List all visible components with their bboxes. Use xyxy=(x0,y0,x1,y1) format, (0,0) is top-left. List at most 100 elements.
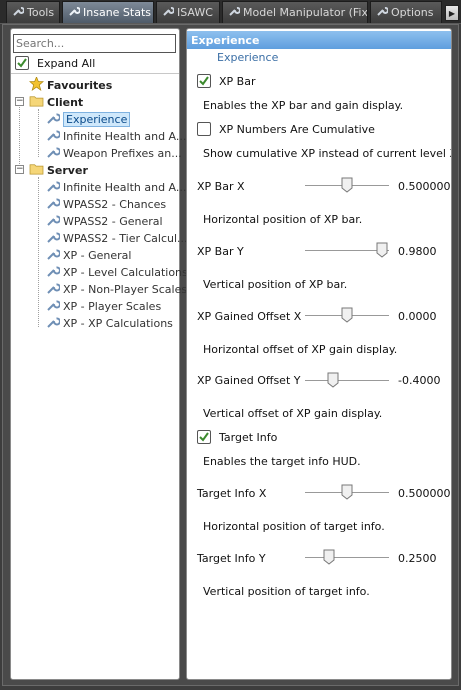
folder-icon xyxy=(29,94,44,110)
expand-all-checkbox[interactable] xyxy=(15,56,29,70)
tree-connector xyxy=(19,100,20,170)
wrench-icon xyxy=(46,179,61,195)
wrench-icon xyxy=(12,5,25,20)
target-y-value[interactable]: 0.2500 xyxy=(398,552,451,565)
expand-all-label: Expand All xyxy=(37,56,96,70)
tree-item-wpass2-tier[interactable]: WPASS2 - Tier Calcul... xyxy=(46,230,188,246)
wrench-icon xyxy=(162,5,175,20)
xp-gained-x-label: XP Gained Offset X xyxy=(197,310,302,323)
star-icon xyxy=(29,77,45,93)
tree-item-label: XP - General xyxy=(63,248,132,262)
tree-item-label: Infinite Health and A... xyxy=(63,129,187,143)
slider-thumb[interactable] xyxy=(327,372,339,388)
tree-item-label: Infinite Health and A... xyxy=(63,180,187,194)
xp-gained-y-slider[interactable] xyxy=(305,372,389,388)
target-info-checkbox[interactable] xyxy=(197,430,211,444)
xp-gained-y-label: XP Gained Offset Y xyxy=(197,374,301,387)
tree-item-label: XP - Player Scales xyxy=(63,299,162,313)
divider xyxy=(11,73,179,74)
xp-gained-x-value[interactable]: 0.0000 xyxy=(398,310,451,323)
triangle-right-icon: ▶ xyxy=(448,8,456,18)
tree-item-label: XP - Level Calculations xyxy=(63,265,188,279)
target-y-description: Vertical position of target info. xyxy=(203,585,370,598)
xp-bar-toggle[interactable]: XP Bar xyxy=(197,74,255,88)
target-info-label: Target Info xyxy=(219,430,278,444)
tree-item-server-infinite-health[interactable]: Infinite Health and A... xyxy=(46,179,186,195)
wrench-icon xyxy=(46,298,61,314)
settings-panel: Experience Experience XP Bar Enables the… xyxy=(186,28,452,680)
xp-gained-y-value[interactable]: -0.4000 xyxy=(398,374,451,387)
xp-gained-x-description: Horizontal offset of XP gain display. xyxy=(203,343,398,356)
target-x-value[interactable]: 0.500000 xyxy=(398,487,451,500)
slider-thumb[interactable] xyxy=(323,549,335,565)
xp-bar-y-description: Vertical position of XP bar. xyxy=(203,278,348,291)
xp-bar-checkbox[interactable] xyxy=(197,74,211,88)
checkmark-icon xyxy=(199,432,209,442)
target-info-description: Enables the target info HUD. xyxy=(203,455,361,468)
tree-item-label: Experience xyxy=(63,111,131,127)
expand-all-toggle[interactable]: Expand All xyxy=(15,56,95,70)
slider-track xyxy=(305,557,389,558)
panel-header: Experience xyxy=(187,31,451,49)
slider-thumb[interactable] xyxy=(341,307,353,323)
tab-label: Options xyxy=(391,6,434,19)
tab-tools[interactable]: Tools xyxy=(6,1,60,23)
collapse-icon[interactable]: − xyxy=(15,97,24,106)
tree-item-xp-level-calculations[interactable]: XP - Level Calculations xyxy=(46,264,188,280)
xp-bar-y-value[interactable]: 0.9800 xyxy=(398,245,451,258)
tree-item-wpass2-general[interactable]: WPASS2 - General xyxy=(46,213,163,229)
tree-item-server[interactable]: Server xyxy=(29,162,88,178)
tab-label: ISAWC xyxy=(177,6,213,19)
slider-thumb[interactable] xyxy=(376,242,388,258)
tree-connector xyxy=(38,177,39,327)
target-x-label: Target Info X xyxy=(197,487,267,500)
target-y-slider[interactable] xyxy=(305,549,389,565)
target-x-slider[interactable] xyxy=(305,484,389,500)
target-x-description: Horizontal position of target info. xyxy=(203,520,385,533)
tab-scroll-right-button[interactable]: ▶ xyxy=(445,5,459,21)
wrench-icon xyxy=(46,196,61,212)
tab-model-manipulator[interactable]: Model Manipulator (Fixed) xyxy=(222,1,368,23)
tree-item-client[interactable]: Client xyxy=(29,94,83,110)
tree-item-experience[interactable]: Experience xyxy=(46,111,131,127)
tree-item-xp-player-scales[interactable]: XP - Player Scales xyxy=(46,298,161,314)
slider-thumb[interactable] xyxy=(341,177,353,193)
target-info-toggle[interactable]: Target Info xyxy=(197,430,277,444)
xp-bar-x-description: Horizontal position of XP bar. xyxy=(203,213,363,226)
xp-gained-x-slider[interactable] xyxy=(305,307,389,323)
xp-cumulative-checkbox[interactable] xyxy=(197,122,211,136)
tree-item-weapon-prefixes[interactable]: Weapon Prefixes an... xyxy=(46,145,182,161)
tab-insane-stats[interactable]: Insane Stats xyxy=(62,1,154,23)
xp-bar-x-slider[interactable] xyxy=(305,177,389,193)
sidebar: Expand All Favourites − Client Experienc… xyxy=(10,28,188,680)
tab-label: Tools xyxy=(27,6,55,19)
tab-options[interactable]: Options xyxy=(370,1,442,23)
xp-bar-label: XP Bar xyxy=(219,74,256,88)
xp-bar-y-slider[interactable] xyxy=(305,242,389,258)
xp-bar-x-value[interactable]: 0.500000 xyxy=(398,180,451,193)
tree-item-xp-xp-calculations[interactable]: XP - XP Calculations xyxy=(46,315,173,331)
slider-thumb[interactable] xyxy=(341,484,353,500)
wrench-icon xyxy=(46,230,61,246)
panel-subheader: Experience xyxy=(217,51,279,64)
collapse-icon[interactable]: − xyxy=(15,165,24,174)
wrench-icon xyxy=(68,5,81,20)
tree-item-client-infinite-health[interactable]: Infinite Health and A... xyxy=(46,128,186,144)
tree-item-xp-general[interactable]: XP - General xyxy=(46,247,131,263)
tree-item-label: XP - Non-Player Scales xyxy=(63,282,188,296)
search-input[interactable] xyxy=(13,34,176,53)
tab-isawc[interactable]: ISAWC xyxy=(156,1,220,23)
tab-label: Model Manipulator (Fixed) xyxy=(243,6,368,19)
tab-bar: Tools Insane Stats ISAWC Model Manipulat… xyxy=(0,0,461,24)
wrench-icon xyxy=(46,213,61,229)
tree-item-xp-non-player-scales[interactable]: XP - Non-Player Scales xyxy=(46,281,187,297)
checkmark-icon xyxy=(17,58,27,68)
tree-item-wpass2-chances[interactable]: WPASS2 - Chances xyxy=(46,196,166,212)
tree-item-favourites[interactable]: Favourites xyxy=(29,77,112,93)
xp-bar-x-label: XP Bar X xyxy=(197,180,245,193)
tree-item-label: WPASS2 - Chances xyxy=(63,197,167,211)
xp-cumulative-toggle[interactable]: XP Numbers Are Cumulative xyxy=(197,122,375,136)
wrench-icon xyxy=(46,145,61,161)
folder-icon xyxy=(29,162,44,178)
tree-item-label: Server xyxy=(47,163,88,177)
